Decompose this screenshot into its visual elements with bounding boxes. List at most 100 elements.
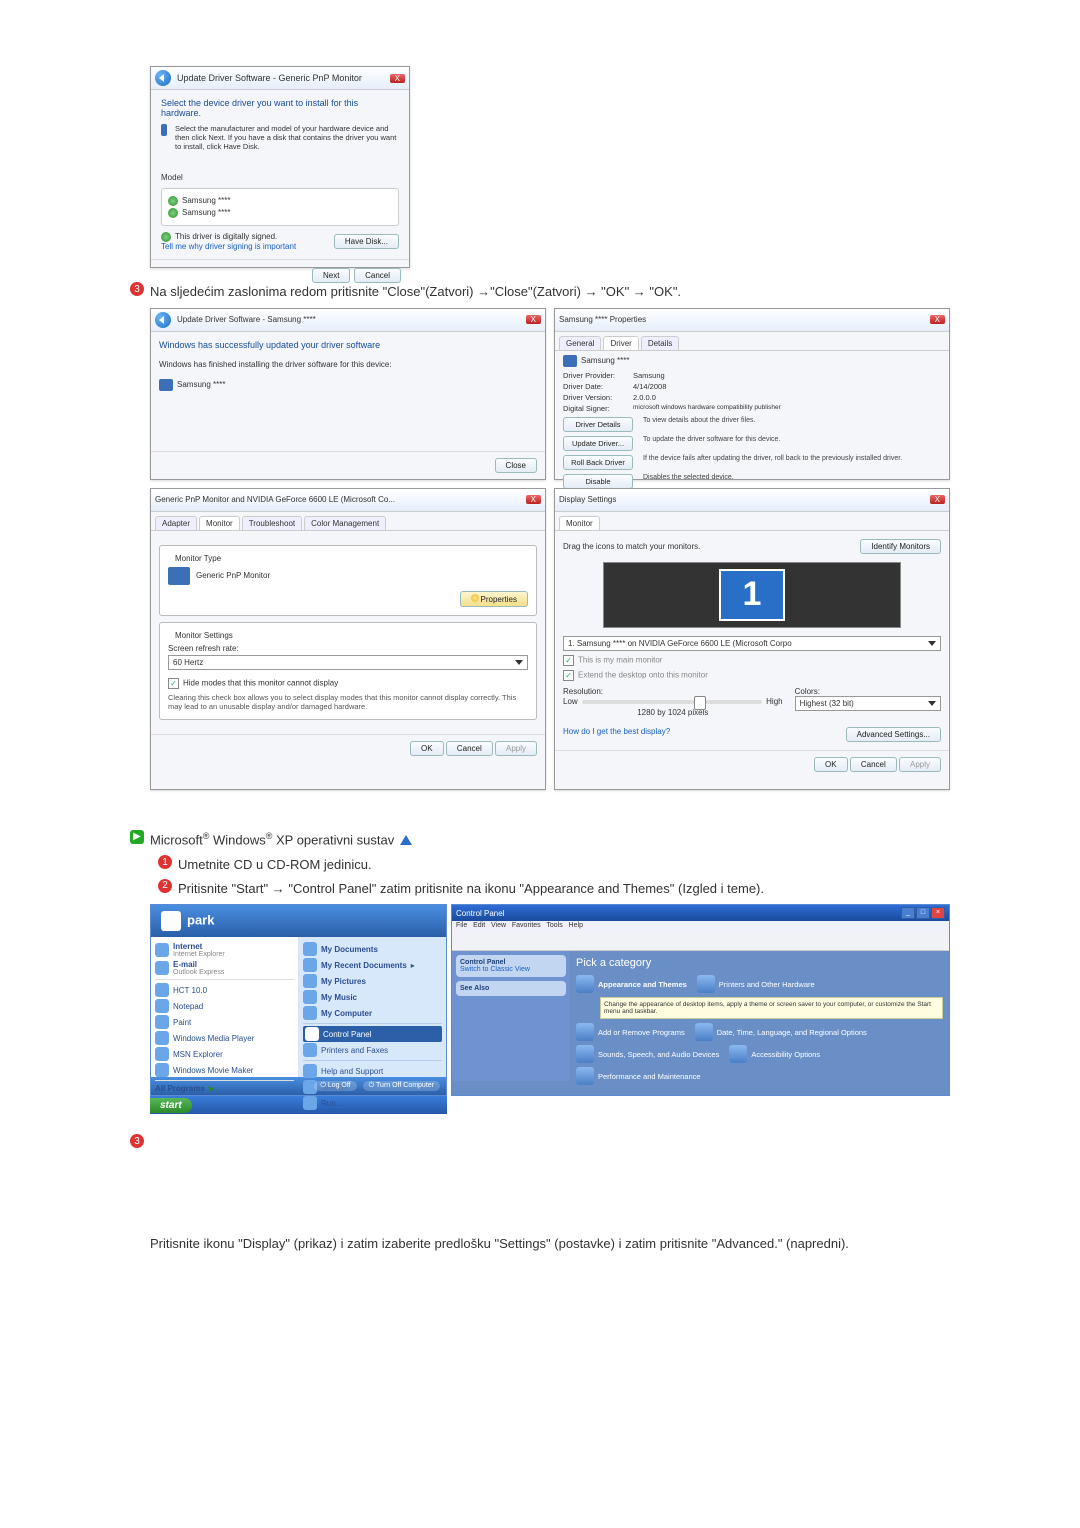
resolution-slider[interactable] [582,700,762,704]
chevron-down-icon [928,641,936,646]
monitor-select[interactable]: 1. Samsung **** on NVIDIA GeForce 6600 L… [563,636,941,651]
start-item[interactable]: My Recent Documents ▸ [303,957,442,973]
driver-details-button[interactable]: Driver Details [563,417,633,432]
back-icon[interactable] [155,70,171,86]
turnoff-button[interactable]: ⏻ Turn Off Computer [363,1081,440,1091]
tab-driver[interactable]: Driver [603,336,638,350]
start-item[interactable]: My Music [303,989,442,1005]
close-icon[interactable]: × [931,907,945,919]
category-sounds[interactable]: Sounds, Speech, and Audio Devices [576,1045,719,1063]
maximize-icon[interactable]: □ [916,907,930,919]
close-icon[interactable]: X [930,495,945,504]
disable-button[interactable]: Disable [563,474,633,489]
chevron-right-icon: ▸ [411,961,415,970]
close-button[interactable]: Close [495,458,537,473]
mail-icon [155,961,169,975]
best-display-link[interactable]: How do I get the best display? [563,727,670,742]
computer-icon [303,1006,317,1020]
ie-icon [155,943,169,957]
close-icon[interactable]: X [930,315,945,324]
rollback-button[interactable]: Roll Back Driver [563,455,633,470]
switch-view-link[interactable]: Switch to Classic View [460,966,530,973]
model-list[interactable]: Samsung **** Samsung **** [161,188,399,226]
model-item[interactable]: Samsung **** [182,208,230,217]
close-icon[interactable]: X [390,74,405,83]
main-monitor-checkbox: ✓ [563,655,574,666]
help-icon [303,1064,317,1078]
minimize-icon[interactable]: _ [901,907,915,919]
start-item[interactable]: Windows Movie Maker [155,1062,294,1078]
tab-details[interactable]: Details [641,336,679,350]
monitor-icon [161,124,167,136]
close-icon[interactable]: X [526,315,541,324]
category-performance[interactable]: Performance and Maintenance [576,1067,701,1085]
category-add-remove[interactable]: Add or Remove Programs [576,1023,685,1041]
start-item[interactable]: Paint [155,1014,294,1030]
start-item[interactable]: HCT 10.0 [155,982,294,998]
update-driver-button[interactable]: Update Driver... [563,436,633,451]
monitor-1-icon[interactable]: 1 [719,569,785,621]
tab-adapter[interactable]: Adapter [155,516,197,530]
hide-modes-desc: Clearing this check box allows you to se… [168,693,528,711]
advanced-button[interactable]: Advanced Settings... [846,727,941,742]
cancel-button[interactable]: Cancel [354,268,401,283]
category-accessibility[interactable]: Accessibility Options [729,1045,820,1063]
logoff-button[interactable]: ⏻ Log Off [314,1081,356,1091]
start-item-control-panel[interactable]: Control Panel [303,1026,442,1042]
user-name: park [187,913,214,928]
step-bullet-2: 2 [158,879,172,893]
monitor-icon [563,355,577,367]
monitor-layout[interactable]: 1 [603,562,901,628]
close-icon[interactable]: X [526,495,541,504]
slider-thumb[interactable] [694,696,706,710]
start-item-internet[interactable]: InternetInternet Explorer [155,941,294,959]
start-item[interactable]: My Pictures [303,973,442,989]
have-disk-button[interactable]: Have Disk... [334,234,399,249]
category-printers[interactable]: Printers and Other Hardware [697,975,815,993]
desc: Disables the selected device. [637,474,941,489]
signing-info-link[interactable]: Tell me why driver signing is important [161,242,296,251]
next-button[interactable]: Next [312,268,350,283]
monitor-icon [159,379,173,391]
properties-button[interactable]: Properties [460,591,528,607]
tab-monitor[interactable]: Monitor [559,516,600,530]
accessibility-icon [729,1045,747,1063]
identify-button[interactable]: Identify Monitors [860,539,941,554]
cancel-button[interactable]: Cancel [850,757,897,772]
desc: To update the driver software for this d… [637,436,941,451]
all-programs[interactable]: All Programs ▶ [155,1083,294,1094]
tab-color[interactable]: Color Management [304,516,386,530]
tab-general[interactable]: General [559,336,601,350]
start-item[interactable]: Run... [303,1095,442,1111]
start-item[interactable]: MSN Explorer [155,1046,294,1062]
start-item[interactable]: My Documents [303,941,442,957]
sound-icon [576,1045,594,1063]
start-item[interactable]: My Computer [303,1005,442,1021]
start-button[interactable]: start [150,1098,192,1113]
hide-modes-checkbox[interactable]: ✓ [168,678,179,689]
category-appearance[interactable]: Appearance and Themes [576,975,687,993]
apply-button[interactable]: Apply [495,741,537,756]
side-panel: See Also [456,981,566,996]
start-item[interactable]: Windows Media Player [155,1030,294,1046]
tab-monitor[interactable]: Monitor [199,516,240,530]
window-title: Generic PnP Monitor and NVIDIA GeForce 6… [155,495,395,504]
model-item[interactable]: Samsung **** [182,196,230,205]
step-bullet-3: 3 [130,282,144,296]
start-item-email[interactable]: E-mailOutlook Express [155,959,294,977]
ok-button[interactable]: OK [814,757,848,772]
value: Samsung [633,371,665,380]
colors-select[interactable]: Highest (32 bit) [795,696,941,711]
tab-troubleshoot[interactable]: Troubleshoot [242,516,302,530]
power-icon: ⏻ [369,1082,375,1089]
start-item[interactable]: Printers and Faxes [303,1042,442,1058]
start-item[interactable]: Notepad [155,998,294,1014]
back-icon[interactable] [155,312,171,328]
refresh-rate-select[interactable]: 60 Hertz [168,655,528,670]
apply-button[interactable]: Apply [899,757,941,772]
category-date[interactable]: Date, Time, Language, and Regional Optio… [695,1023,867,1041]
section-bullet: ▶ [130,830,144,844]
cancel-button[interactable]: Cancel [446,741,493,756]
ok-button[interactable]: OK [410,741,444,756]
start-item[interactable]: Help and Support [303,1063,442,1079]
